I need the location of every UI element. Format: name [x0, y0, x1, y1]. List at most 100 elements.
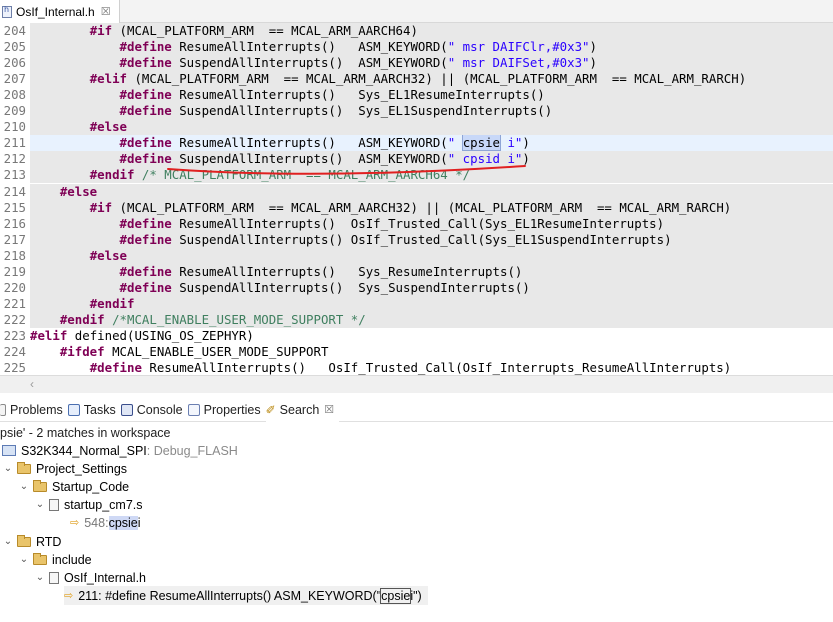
tab-console[interactable]: Console — [120, 398, 188, 422]
code-line[interactable]: 218 #else — [0, 247, 833, 264]
code-editor[interactable]: 204 #if (MCAL_PLATFORM_ARM == MCAL_ARM_A… — [0, 23, 833, 377]
chevron-down-icon[interactable]: ⌄ — [2, 536, 14, 547]
code-text: #define ResumeAllInterrupts() OsIf_Trust… — [30, 215, 833, 232]
code-token: #ifdef — [59, 344, 105, 359]
code-text: #endif /* MCAL_PLATFORM_ARM == MCAL_ARM_… — [30, 167, 833, 184]
console-icon — [120, 403, 133, 416]
code-line[interactable]: 209 #define SuspendAllInterrupts() Sys_E… — [0, 103, 833, 120]
code-line[interactable]: 216 #define ResumeAllInterrupts() OsIf_T… — [0, 215, 833, 232]
line-number: 220 — [0, 279, 26, 296]
scroll-left-icon[interactable]: ‹ — [30, 377, 34, 391]
tab-search[interactable]: ✐ Search ☒ — [265, 397, 340, 422]
header-file-icon — [2, 5, 12, 18]
code-line[interactable]: 225 #define ResumeAllInterrupts() OsIf_T… — [0, 360, 833, 377]
horizontal-scrollbar[interactable]: ‹ — [0, 375, 833, 393]
tree-file-osif[interactable]: ⌄ OsIf_Internal.h — [34, 568, 146, 587]
code-line[interactable]: 214 #else — [0, 183, 833, 200]
code-line[interactable]: 211 #define ResumeAllInterrupts() ASM_KE… — [0, 135, 833, 152]
code-token: #else — [89, 247, 127, 263]
tab-problems-label: Problems — [10, 402, 63, 417]
line-number: 211 — [0, 135, 26, 152]
code-token: ResumeAllInterrupts() OsIf_Trusted_Call(… — [141, 360, 732, 376]
code-text: #define ResumeAllInterrupts() Sys_Resume… — [30, 263, 833, 280]
code-line[interactable]: 220 #define SuspendAllInterrupts() Sys_S… — [0, 279, 833, 296]
code-token: #define — [119, 87, 172, 103]
code-line[interactable]: 208 #define ResumeAllInterrupts() Sys_EL… — [0, 87, 833, 104]
code-token: ) — [522, 151, 530, 167]
chevron-down-icon[interactable]: ⌄ — [18, 481, 30, 492]
chevron-down-icon[interactable]: ⌄ — [18, 554, 30, 565]
folder-icon — [17, 461, 31, 474]
code-line[interactable]: 210 #else — [0, 119, 833, 136]
line-number: 225 — [0, 360, 26, 377]
tree-folder-startup-code[interactable]: ⌄ Startup_Code — [18, 477, 129, 496]
tab-tasks[interactable]: Tasks — [67, 398, 121, 422]
folder-icon — [17, 534, 31, 547]
code-token: /*MCAL_ENABLE_USER_MODE_SUPPORT */ — [104, 311, 366, 327]
line-number: 219 — [0, 263, 26, 280]
header-file-icon — [49, 571, 59, 584]
code-line[interactable]: 212 #define SuspendAllInterrupts() ASM_K… — [0, 151, 833, 168]
problems-icon — [0, 403, 6, 416]
close-icon[interactable]: ☒ — [324, 403, 334, 416]
tree-folder-include[interactable]: ⌄ include — [18, 550, 92, 569]
code-line[interactable]: 219 #define ResumeAllInterrupts() Sys_Re… — [0, 263, 833, 280]
code-token: SuspendAllInterrupts() ASM_KEYWORD( — [171, 151, 448, 167]
line-number: 217 — [0, 231, 26, 248]
tree-folder-project-settings[interactable]: ⌄ Project_Settings — [2, 459, 127, 478]
code-line[interactable]: 213 #endif /* MCAL_PLATFORM_ARM == MCAL_… — [0, 167, 833, 184]
tree-file-startup[interactable]: ⌄ startup_cm7.s — [34, 495, 143, 514]
match-suffix: i") — [410, 588, 422, 603]
code-line[interactable]: 223 #elif defined(USING_OS_ZEPHYR) — [0, 327, 833, 344]
tasks-icon — [67, 403, 80, 416]
project-icon — [2, 445, 16, 456]
code-token: #elif — [30, 327, 68, 343]
tree-folder-rtd[interactable]: ⌄ RTD — [2, 532, 61, 551]
code-line[interactable]: 222 #endif /*MCAL_ENABLE_USER_MODE_SUPPO… — [0, 311, 833, 328]
code-token: #endif — [89, 167, 135, 183]
code-token: ResumeAllInterrupts() OsIf_Trusted_Call(… — [171, 215, 665, 231]
code-line[interactable]: 221 #endif — [0, 295, 833, 312]
editor-tab-osif-internal[interactable]: OsIf_Internal.h ☒ — [0, 0, 120, 23]
tree-project-row[interactable]: S32K344_Normal_SPI : Debug_FLASH — [2, 441, 238, 460]
code-token: #define — [119, 103, 172, 119]
tab-problems[interactable]: Problems — [0, 398, 68, 422]
match-highlight: cpsie — [108, 515, 138, 530]
code-line[interactable]: 204 #if (MCAL_PLATFORM_ARM == MCAL_ARM_A… — [0, 23, 833, 39]
code-line[interactable]: 205 #define ResumeAllInterrupts() ASM_KE… — [0, 39, 833, 56]
tab-properties[interactable]: Properties — [187, 398, 266, 422]
code-line[interactable]: 217 #define SuspendAllInterrupts() OsIf_… — [0, 231, 833, 248]
code-line[interactable]: 206 #define SuspendAllInterrupts() ASM_K… — [0, 55, 833, 72]
chevron-down-icon[interactable]: ⌄ — [2, 463, 14, 474]
line-number: 210 — [0, 119, 26, 136]
chevron-down-icon[interactable]: ⌄ — [34, 572, 46, 583]
code-token: #endif — [59, 311, 105, 327]
code-text: #define SuspendAllInterrupts() ASM_KEYWO… — [30, 55, 833, 72]
match-highlight: cpsie — [380, 587, 412, 604]
code-text: #define SuspendAllInterrupts() OsIf_Trus… — [30, 231, 833, 248]
close-icon[interactable]: ☒ — [101, 5, 111, 18]
search-match-row[interactable]: ⇨ 211: #define ResumeAllInterrupts() ASM… — [64, 586, 428, 605]
match-suffix: i — [137, 515, 141, 530]
line-number: 215 — [0, 199, 26, 216]
code-token: ) — [589, 39, 597, 55]
search-match-row[interactable]: ⇨ 548: cpsie i — [70, 513, 141, 532]
project-name: S32K344_Normal_SPI — [21, 443, 147, 458]
code-line[interactable]: 224 #ifdef MCAL_ENABLE_USER_MODE_SUPPORT — [0, 344, 833, 360]
line-number: 205 — [0, 39, 26, 56]
code-line[interactable]: 207 #elif (MCAL_PLATFORM_ARM == MCAL_ARM… — [0, 71, 833, 88]
code-text: #define SuspendAllInterrupts() Sys_Suspe… — [30, 279, 833, 296]
chevron-down-icon[interactable]: ⌄ — [34, 499, 46, 510]
code-token: #define — [119, 231, 172, 247]
code-token: #define — [119, 279, 172, 295]
code-line[interactable]: 215 #if (MCAL_PLATFORM_ARM == MCAL_ARM_A… — [0, 199, 833, 216]
line-number: 208 — [0, 87, 26, 104]
